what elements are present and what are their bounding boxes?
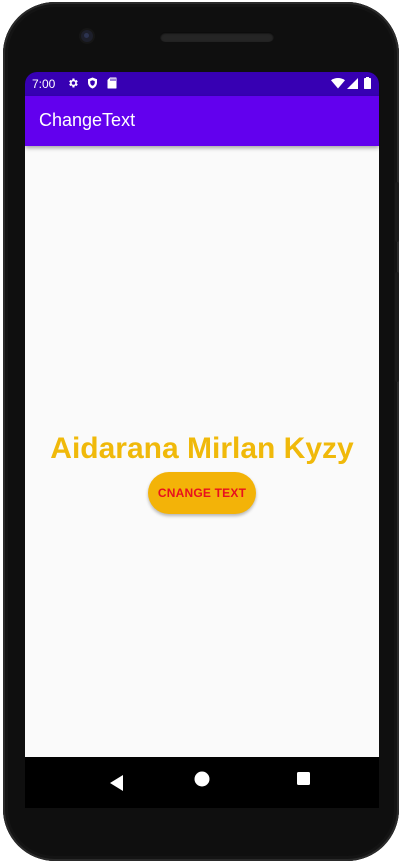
app-title: ChangeText xyxy=(39,110,136,130)
home-icon[interactable] xyxy=(172,757,232,808)
navigation-bar xyxy=(25,757,379,808)
main-content: Aidarana Mirlan Kyzy CNANGE TEXT xyxy=(25,146,379,757)
shield-icon xyxy=(88,77,97,89)
change-text-button[interactable]: CNANGE TEXT xyxy=(148,472,256,514)
power-button xyxy=(395,182,399,242)
status-time: 7:00 xyxy=(32,77,56,91)
status-bar: 7:00 xyxy=(25,72,379,96)
recents-icon[interactable] xyxy=(273,757,333,808)
front-camera xyxy=(81,30,93,42)
earpiece-speaker xyxy=(160,32,274,42)
phone-frame: 7:00 ChangeText Aidarana Mirlan Kyzy CNA… xyxy=(3,2,399,861)
volume-button xyxy=(395,272,399,382)
app-bar: ChangeText xyxy=(25,96,379,146)
cell-signal-icon xyxy=(347,78,358,89)
settings-gear-icon xyxy=(69,78,78,88)
battery-icon xyxy=(364,77,371,89)
name-text: Aidarana Mirlan Kyzy xyxy=(50,432,354,465)
back-icon[interactable] xyxy=(69,757,129,808)
sd-card-icon xyxy=(107,77,117,89)
device-screen: 7:00 ChangeText Aidarana Mirlan Kyzy CNA… xyxy=(25,72,379,808)
wifi-icon xyxy=(331,78,345,89)
